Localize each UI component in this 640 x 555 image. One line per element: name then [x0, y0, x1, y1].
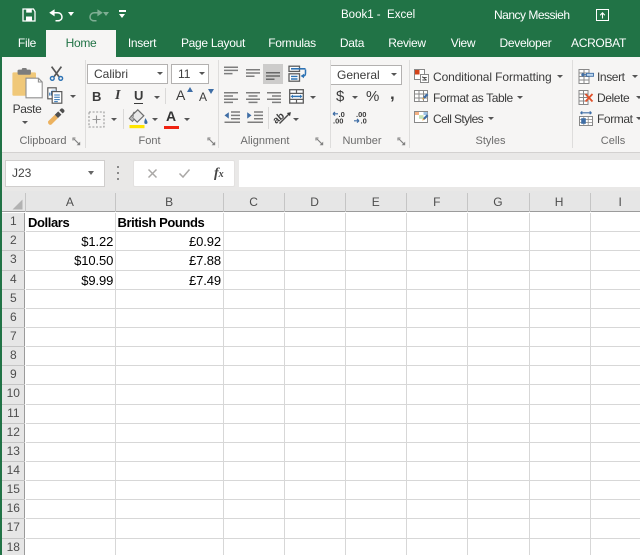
svg-text:.00: .00	[333, 117, 343, 124]
svg-text:.0: .0	[361, 117, 367, 124]
